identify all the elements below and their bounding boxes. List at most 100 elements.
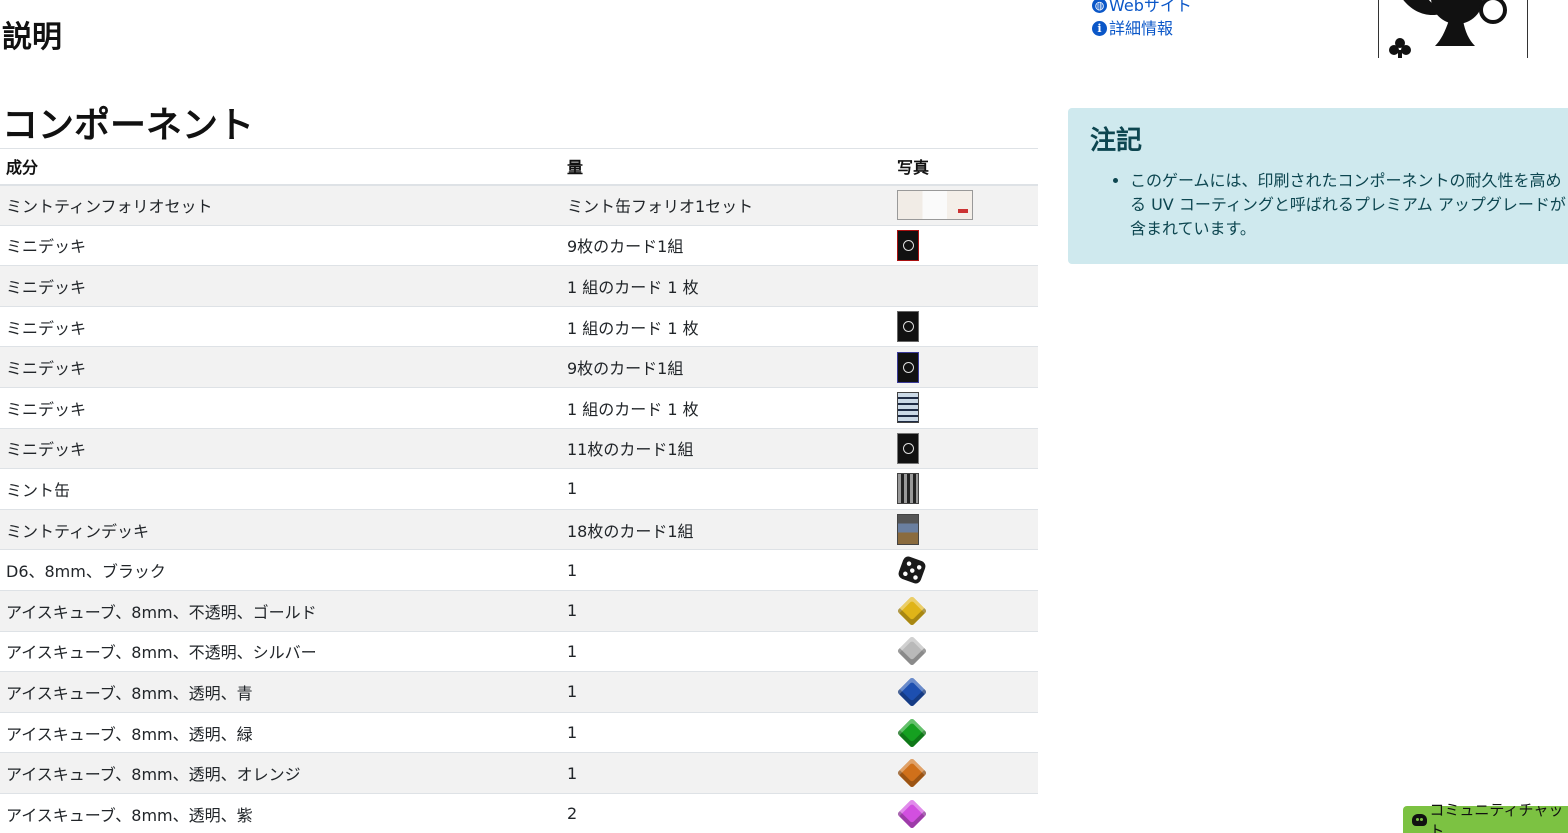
component-photo-cell — [891, 386, 1038, 429]
community-chat-button[interactable]: コミュニティチャット — [1403, 801, 1568, 833]
header-component: 成分 — [0, 148, 561, 186]
folio-thumbnail[interactable] — [897, 190, 973, 221]
component-name: アイスキューブ、8mm、透明、緑 — [0, 711, 561, 753]
component-name: ミント缶 — [0, 468, 561, 510]
header-quantity: 量 — [561, 148, 891, 186]
component-name: アイスキューブ、8mm、不透明、シルバー — [0, 630, 561, 672]
component-photo-cell — [891, 792, 1038, 833]
cube-thumbnail[interactable] — [896, 676, 928, 707]
component-quantity: 18枚のカード1組 — [561, 508, 891, 550]
table-row: ミニデッキ 11枚のカード1組 — [0, 427, 1038, 469]
component-name: ミントティンフォリオセット — [0, 184, 561, 226]
component-quantity: 1 組のカード 1 枚 — [561, 305, 891, 347]
card-thumbnail[interactable] — [897, 432, 919, 464]
table-row: ミントティンフォリオセット ミント缶フォリオ1セット — [0, 184, 1038, 226]
component-name: ミニデッキ — [0, 386, 561, 429]
card-thumbnail[interactable] — [897, 351, 919, 383]
club-logo-icon — [1389, 0, 1507, 58]
cube-thumbnail[interactable] — [896, 717, 928, 748]
component-quantity: 1 — [561, 468, 891, 510]
header-photo: 写真 — [891, 148, 1038, 186]
note-panel: 注記 このゲームには、印刷されたコンポーネントの耐久性を高める UV コーティン… — [1068, 108, 1568, 264]
table-row: アイスキューブ、8mm、透明、紫 2 — [0, 792, 1038, 833]
card-emblem-icon — [903, 442, 914, 454]
note-item: このゲームには、印刷されたコンポーネントの耐久性を高める UV コーティングと呼… — [1130, 169, 1568, 241]
component-photo-cell — [891, 671, 1038, 713]
card-emblem-icon — [903, 239, 914, 251]
cube-thumbnail[interactable] — [896, 636, 928, 667]
component-name: ミントティンデッキ — [0, 508, 561, 550]
component-quantity: 1 — [561, 752, 891, 794]
component-name: ミニデッキ — [0, 305, 561, 347]
table-row: D6、8mm、ブラック 1 — [0, 549, 1038, 591]
component-photo-cell — [891, 305, 1038, 347]
component-name: D6、8mm、ブラック — [0, 549, 561, 591]
component-quantity: 2 — [561, 792, 891, 833]
external-links: ◍ Webサイト i 詳細情報 — [1092, 0, 1192, 40]
card-thumbnail[interactable] — [897, 229, 919, 261]
description-heading: 説明 — [2, 20, 62, 55]
component-name: ミニデッキ — [0, 427, 561, 469]
community-chat-label: コミュニティチャット — [1429, 800, 1564, 833]
card-thumbnail[interactable] — [897, 473, 919, 505]
component-quantity: 1 — [561, 630, 891, 672]
component-quantity: ミント缶フォリオ1セット — [561, 184, 891, 226]
component-quantity: 1 — [561, 549, 891, 591]
website-link[interactable]: ◍ Webサイト — [1092, 0, 1192, 17]
note-list: このゲームには、印刷されたコンポーネントの耐久性を高める UV コーティングと呼… — [1090, 169, 1568, 241]
component-photo-cell — [891, 346, 1038, 388]
table-row: ミニデッキ 1 組のカード 1 枚 — [0, 305, 1038, 347]
table-row: ミニデッキ 1 組のカード 1 枚 — [0, 265, 1038, 307]
table-row: ミニデッキ 9枚のカード1組 — [0, 346, 1038, 388]
component-quantity: 1 — [561, 671, 891, 713]
note-title: 注記 — [1090, 126, 1143, 156]
component-quantity: 1 — [561, 711, 891, 753]
component-name: アイスキューブ、8mm、透明、紫 — [0, 792, 561, 833]
table-row: ミニデッキ 1 組のカード 1 枚 — [0, 386, 1038, 429]
website-link-label: Webサイト — [1109, 0, 1192, 15]
table-row: ミント缶 1 — [0, 468, 1038, 510]
component-name: ミニデッキ — [0, 346, 561, 388]
component-photo-cell — [891, 224, 1038, 266]
more-info-link-label: 詳細情報 — [1109, 19, 1174, 38]
card-thumbnail[interactable] — [897, 392, 919, 424]
components-table: 成分 量 写真 ミントティンフォリオセット ミント缶フォリオ1セット ミニデッキ 9枚… — [0, 148, 1038, 833]
table-row: ミニデッキ 9枚のカード1組 — [0, 224, 1038, 266]
component-name: ミニデッキ — [0, 265, 561, 307]
cube-thumbnail[interactable] — [896, 758, 928, 789]
globe-icon: ◍ — [1092, 0, 1107, 13]
table-header-row: 成分 量 写真 — [0, 148, 1038, 186]
component-name: ミニデッキ — [0, 224, 561, 266]
component-quantity: 1 組のカード 1 枚 — [561, 265, 891, 307]
card-emblem-icon — [903, 361, 914, 373]
component-name: アイスキューブ、8mm、透明、青 — [0, 671, 561, 713]
card-emblem-icon — [903, 321, 914, 333]
component-photo-cell — [891, 711, 1038, 753]
discord-icon — [1412, 813, 1428, 826]
table-row: アイスキューブ、8mm、透明、オレンジ 1 — [0, 752, 1038, 794]
card-thumbnail[interactable] — [897, 311, 919, 343]
component-photo-cell — [891, 265, 1038, 307]
cube-thumbnail[interactable] — [896, 798, 928, 830]
card-thumbnail[interactable] — [897, 514, 919, 546]
table-row: ミントティンデッキ 18枚のカード1組 — [0, 508, 1038, 550]
component-quantity: 9枚のカード1組 — [561, 224, 891, 266]
component-photo-cell — [891, 752, 1038, 794]
component-photo-cell — [891, 427, 1038, 469]
die-thumbnail[interactable] — [897, 555, 927, 586]
component-photo-cell — [891, 468, 1038, 510]
components-heading: コンポーネント — [2, 105, 255, 146]
component-quantity: 1 組のカード 1 枚 — [561, 386, 891, 429]
component-photo-cell — [891, 589, 1038, 632]
component-photo-cell — [891, 549, 1038, 591]
component-quantity: 1 — [561, 589, 891, 632]
cube-thumbnail[interactable] — [896, 595, 928, 626]
info-icon: i — [1092, 21, 1107, 36]
component-name: アイスキューブ、8mm、透明、オレンジ — [0, 752, 561, 794]
component-quantity: 11枚のカード1組 — [561, 427, 891, 469]
table-row: アイスキューブ、8mm、不透明、ゴールド 1 — [0, 589, 1038, 632]
more-info-link[interactable]: i 詳細情報 — [1092, 17, 1192, 40]
component-quantity: 9枚のカード1組 — [561, 346, 891, 388]
component-photo-cell — [891, 508, 1038, 550]
component-photo-cell — [891, 630, 1038, 672]
